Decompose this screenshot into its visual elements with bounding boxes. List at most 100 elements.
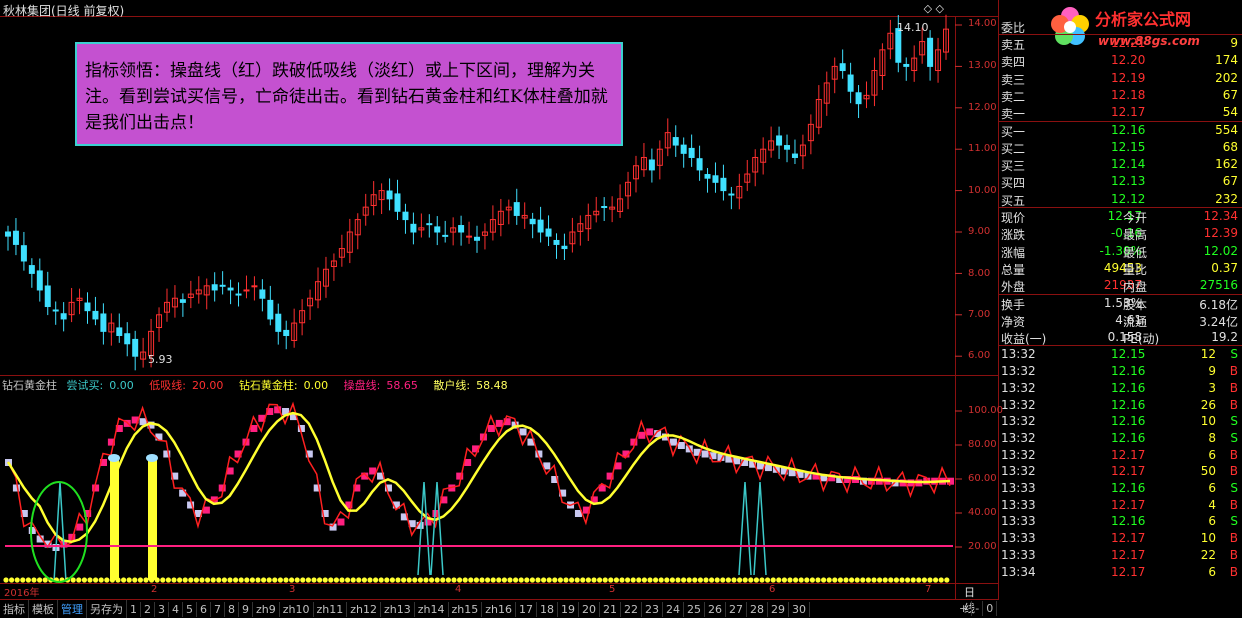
baseline-dot — [199, 577, 205, 583]
tab-20[interactable]: zh16 — [482, 602, 516, 617]
tick-volume: 26 — [1200, 397, 1216, 412]
baseline-dot — [916, 577, 922, 583]
candle-body — [211, 284, 218, 291]
tab-15[interactable]: zh11 — [314, 602, 348, 617]
baseline-dot — [451, 577, 457, 583]
fund-row: 净资 4.61 流通 3.24亿 — [999, 312, 1242, 329]
baseline-dot — [725, 577, 732, 583]
baseline-dot — [776, 577, 782, 583]
baseline-dot — [317, 577, 323, 583]
baseline-dot — [905, 577, 911, 583]
tab-19[interactable]: zh15 — [449, 602, 483, 617]
baseline-dot — [686, 577, 692, 583]
tab-6[interactable]: 3 — [155, 602, 169, 617]
baseline-dot — [641, 577, 648, 583]
operate-line-block — [638, 431, 646, 439]
tab-11[interactable]: 8 — [225, 602, 239, 617]
tab-30[interactable]: 26 — [705, 602, 726, 617]
zoom-reset-button[interactable]: 0 — [983, 601, 998, 616]
candle-body — [712, 175, 719, 183]
tab-31[interactable]: 27 — [726, 602, 747, 617]
tick-side: B — [1229, 531, 1238, 546]
baseline-dot — [630, 577, 636, 583]
tick-side: B — [1229, 397, 1238, 412]
tab-29[interactable]: 25 — [684, 602, 705, 617]
tab-23[interactable]: 19 — [558, 602, 579, 617]
tick-volume: 6 — [1208, 447, 1216, 462]
tick-row: 13:33 12.17 10 B — [999, 530, 1242, 547]
baseline-dot — [171, 577, 177, 583]
baseline-dot — [703, 577, 709, 583]
tab-9[interactable]: 6 — [197, 602, 211, 617]
bid-label: 买二 — [1001, 141, 1026, 156]
tab-28[interactable]: 24 — [663, 602, 684, 617]
baseline-dot — [563, 577, 569, 583]
ask-label: 卖三 — [1001, 72, 1026, 87]
baseline-dot — [333, 577, 339, 583]
tab-10[interactable]: 7 — [211, 602, 225, 617]
tick-volume: 4 — [1208, 497, 1216, 512]
ask-label: 卖四 — [1001, 55, 1026, 70]
tab-12[interactable]: 9 — [239, 602, 253, 617]
stat-label: 今开 — [1123, 211, 1148, 225]
baseline-dot — [160, 577, 166, 583]
ask-row: 卖三 12.19 202 — [999, 70, 1242, 87]
operate-line-block — [76, 523, 84, 531]
tab-25[interactable]: 21 — [600, 602, 621, 617]
ask-row: 卖二 12.18 67 — [999, 87, 1242, 104]
baseline-dot — [675, 577, 681, 583]
tab-26[interactable]: 22 — [621, 602, 642, 617]
candle-body — [680, 144, 687, 154]
tick-side: S — [1230, 347, 1238, 362]
tab-32[interactable]: 28 — [747, 602, 768, 617]
tab-8[interactable]: 5 — [183, 602, 197, 617]
low-price-label: 5.93 — [148, 353, 173, 366]
baseline-dot — [781, 577, 788, 583]
chart-top-buttons[interactable]: ◇ ◇ — [924, 2, 944, 15]
zoom-out-button[interactable]: - — [972, 601, 984, 616]
tab-18[interactable]: zh14 — [415, 602, 449, 617]
tick-volume: 10 — [1200, 414, 1216, 429]
tick-time: 13:33 — [1001, 497, 1036, 512]
tab-17[interactable]: zh13 — [381, 602, 415, 617]
tick-row: 13:33 12.16 6 S — [999, 480, 1242, 497]
tick-row: 13:34 12.17 6 B — [999, 564, 1242, 581]
baseline-dot — [249, 577, 255, 583]
tick-side: B — [1229, 564, 1238, 579]
tick-volume: 6 — [1208, 514, 1216, 529]
ind-item-golden-bar: 钻石黄金柱: 0.00 — [238, 379, 329, 392]
baseline-dot — [860, 577, 866, 583]
tab-1[interactable]: 模板 — [29, 600, 58, 618]
zoom-in-button[interactable]: + — [956, 601, 973, 616]
tab-5[interactable]: 2 — [141, 602, 155, 617]
tab-13[interactable]: zh9 — [253, 602, 280, 617]
candle-body — [402, 211, 409, 221]
tab-34[interactable]: 30 — [789, 602, 810, 617]
baseline-dot — [406, 577, 412, 583]
tab-3[interactable]: 另存为 — [87, 600, 127, 618]
candle-body — [545, 228, 552, 237]
ask-row: 卖五 12.21 9 — [999, 35, 1242, 52]
baseline-dot — [597, 577, 603, 583]
baseline-dot — [770, 577, 776, 583]
tab-21[interactable]: 17 — [516, 602, 537, 617]
tick-time: 13:32 — [1001, 380, 1036, 395]
tab-0[interactable]: 指标 — [0, 600, 29, 618]
bid-volume: 67 — [1222, 174, 1238, 189]
tab-16[interactable]: zh12 — [347, 602, 381, 617]
tab-2[interactable]: 管理 — [58, 600, 87, 618]
tab-24[interactable]: 20 — [579, 602, 600, 617]
baseline-dot — [854, 577, 860, 583]
tab-4[interactable]: 1 — [127, 602, 141, 617]
tab-7[interactable]: 4 — [169, 602, 183, 617]
tab-14[interactable]: zh10 — [280, 602, 314, 617]
candle-body — [92, 310, 99, 320]
baseline-dot — [798, 577, 804, 583]
tab-33[interactable]: 29 — [768, 602, 789, 617]
ask-volume: 202 — [1215, 70, 1238, 85]
candle-body — [434, 226, 441, 233]
tab-22[interactable]: 18 — [537, 602, 558, 617]
baseline-dot — [546, 577, 552, 583]
candle-body — [28, 265, 35, 274]
tab-27[interactable]: 23 — [642, 602, 663, 617]
